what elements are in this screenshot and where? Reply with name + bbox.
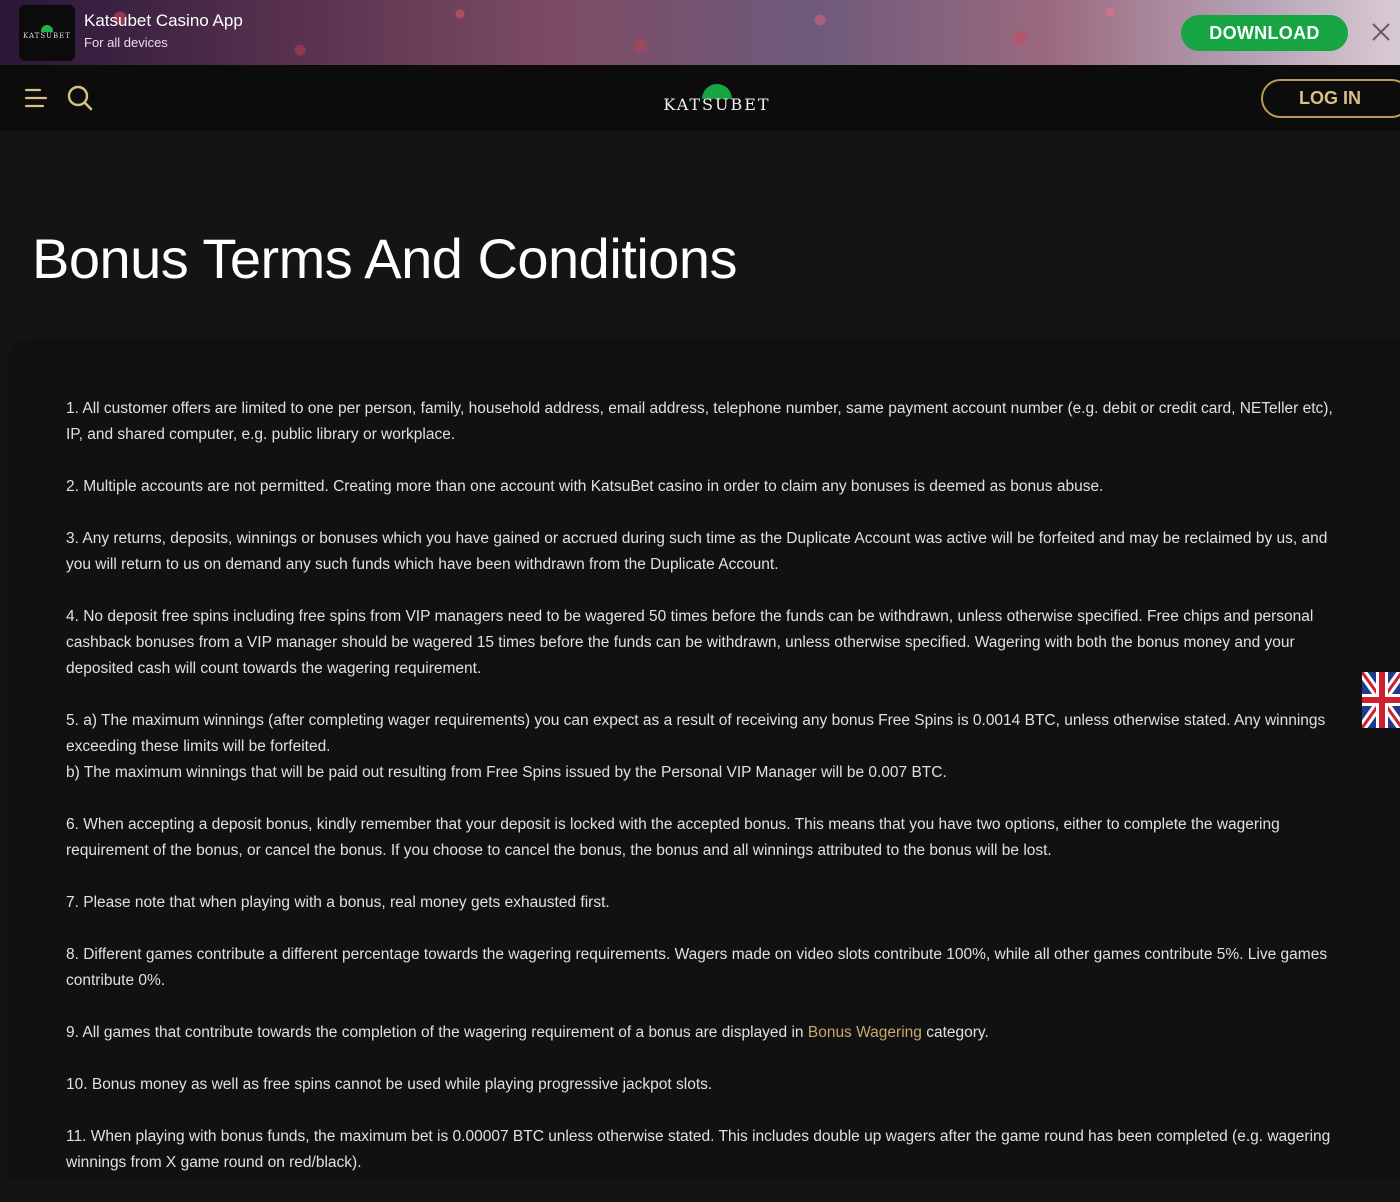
term-item: 2. Multiple accounts are not permitted. …	[66, 478, 1104, 495]
page-title: Bonus Terms And Conditions	[32, 227, 738, 290]
bonus-wagering-link[interactable]: Bonus Wagering	[808, 1024, 922, 1041]
app-logo-dome	[41, 25, 53, 32]
term-item: 7. Please note that when playing with a …	[66, 894, 610, 911]
app-download-banner: KATSUBET Katsubet Casino App For all dev…	[0, 0, 1400, 65]
app-logo: KATSUBET	[19, 5, 75, 61]
download-button[interactable]: DOWNLOAD	[1181, 15, 1348, 51]
app-banner-title: Katsubet Casino App	[84, 11, 243, 30]
app-banner-subtitle: For all devices	[84, 35, 168, 50]
term-item: 3. Any returns, deposits, winnings or bo…	[66, 530, 1328, 573]
uk-flag-icon[interactable]	[1362, 672, 1400, 728]
brand-wordmark: KATSUBET	[663, 95, 771, 114]
term-item: 5. a) The maximum winnings (after comple…	[66, 708, 1351, 786]
term-item: 6. When accepting a deposit bonus, kindl…	[66, 816, 1280, 859]
term-item: 4. No deposit free spins including free …	[66, 608, 1314, 677]
search-icon[interactable]	[66, 84, 94, 112]
term-9-text-end: category.	[921, 1024, 989, 1041]
terms-list: 1. All customer offers are limited to on…	[66, 396, 1351, 1202]
app-logo-text: KATSUBET	[23, 32, 71, 40]
close-icon[interactable]	[1370, 21, 1392, 43]
term-5b-text: b) The maximum winnings that will be pai…	[66, 764, 947, 781]
term-item: 11. When playing with bonus funds, the m…	[66, 1128, 1331, 1171]
katsubet-logo[interactable]: KATSUBET	[662, 82, 772, 118]
hamburger-menu-icon[interactable]	[24, 86, 48, 110]
term-item: 8. Different games contribute a differen…	[66, 946, 1328, 989]
term-item: 1. All customer offers are limited to on…	[66, 400, 1333, 443]
term-item: 9. All games that contribute towards the…	[66, 1020, 1351, 1046]
term-5a-text: 5. a) The maximum winnings (after comple…	[66, 712, 1326, 755]
term-9-text-start: 9. All games that contribute towards the…	[66, 1024, 808, 1041]
term-item: 10. Bonus money as well as free spins ca…	[66, 1076, 713, 1093]
login-button[interactable]: LOG IN	[1261, 79, 1400, 118]
